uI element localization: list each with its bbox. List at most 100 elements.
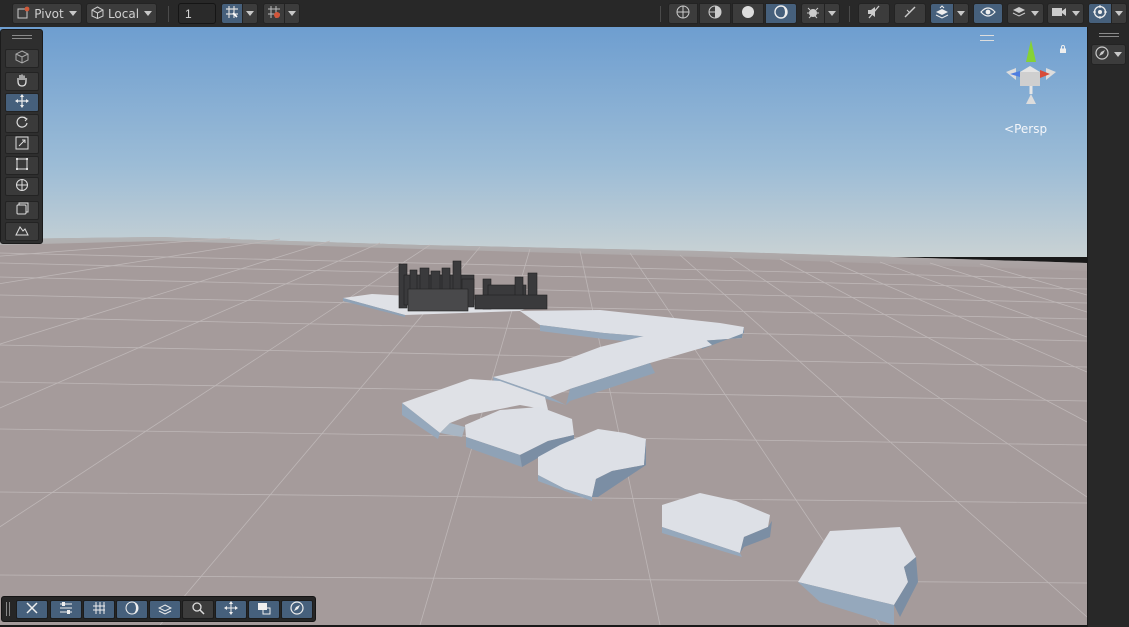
move-tool-button[interactable] — [5, 93, 39, 112]
grid-snap-dropdown[interactable] — [242, 3, 258, 24]
increment-field[interactable] — [178, 3, 216, 24]
lock-icon[interactable] — [1059, 42, 1067, 53]
overlay-grid-button[interactable] — [83, 600, 115, 619]
layers-dropdown[interactable] — [1007, 3, 1044, 24]
transform-tool-button[interactable] — [5, 177, 39, 196]
chevron-down-icon — [246, 11, 254, 16]
camera-preview-icon — [257, 601, 271, 618]
overlay-tool-settings-button[interactable] — [50, 600, 82, 619]
increment-snap-dropdown[interactable] — [284, 3, 300, 24]
move-icon — [15, 94, 29, 111]
audio-button[interactable] — [858, 3, 890, 24]
pivot-icon — [17, 6, 30, 22]
pivot-label: Pivot — [34, 6, 64, 21]
effects-button[interactable] — [801, 3, 825, 24]
layers-stack-icon — [935, 5, 949, 22]
move-icon — [224, 601, 238, 618]
overlay-orientation-button[interactable] — [281, 600, 313, 619]
grid-snap-button[interactable] — [221, 3, 243, 24]
overlay-camera-preview-button[interactable] — [248, 600, 280, 619]
scene-visibility-dropdown[interactable] — [953, 3, 969, 24]
tools-palette — [0, 29, 43, 244]
increment-snap-button[interactable] — [263, 3, 285, 24]
shaded-icon — [708, 5, 722, 22]
drag-handle[interactable] — [1099, 33, 1119, 37]
scale-tool-button[interactable] — [5, 135, 39, 154]
compass-icon — [290, 601, 304, 618]
grid-icon — [92, 601, 106, 618]
transform-icon — [15, 178, 29, 195]
compass-icon — [1095, 46, 1109, 63]
wireframe-icon — [676, 5, 690, 22]
effects-dropdown[interactable] — [824, 3, 840, 24]
camera-dropdown[interactable] — [1047, 3, 1084, 24]
overlay-visibility-button[interactable] — [149, 600, 181, 619]
tool-settings-icon — [59, 601, 73, 618]
sky — [0, 27, 1087, 257]
visibility-icon — [980, 6, 996, 21]
chevron-down-icon — [288, 11, 296, 16]
rotate-tool-button[interactable] — [5, 114, 39, 133]
search-icon — [191, 601, 205, 618]
overlay-toolbar — [1, 596, 316, 622]
hand-icon — [15, 73, 29, 90]
overlay-navigation-button[interactable] — [215, 600, 247, 619]
overlay-view-options-button[interactable] — [116, 600, 148, 619]
local-label: Local — [107, 6, 140, 21]
rect-tool-button[interactable] — [5, 156, 39, 175]
rect-transform-icon — [15, 157, 29, 174]
overlay-search-button[interactable] — [182, 600, 214, 619]
chevron-down-icon — [144, 11, 153, 16]
lit-button[interactable] — [765, 3, 797, 24]
custom-tool-icon — [15, 202, 29, 219]
drag-handle[interactable] — [11, 35, 32, 39]
chevron-down-icon — [1031, 11, 1039, 16]
chevron-down-icon — [957, 11, 965, 16]
cube-icon — [91, 5, 104, 22]
gizmos-button[interactable] — [1088, 3, 1112, 24]
scene-viewport[interactable] — [0, 27, 1087, 625]
right-panel-strip — [1087, 27, 1129, 627]
chevron-down-icon — [1115, 11, 1123, 16]
chevron-down-icon — [68, 11, 77, 16]
terrain-tool-button[interactable] — [5, 222, 39, 241]
shaded-button[interactable] — [732, 3, 764, 24]
audio-mute-icon — [866, 5, 882, 22]
rotate-icon — [15, 115, 29, 132]
increment-snap-icon — [267, 5, 281, 22]
scale-icon — [15, 136, 29, 153]
camera-mode-text: Persp — [1014, 122, 1048, 136]
scene-menu-icon[interactable] — [980, 35, 994, 41]
cube-icon — [15, 50, 29, 67]
local-dropdown[interactable]: Local — [86, 3, 157, 24]
lit-icon — [774, 5, 788, 22]
gizmos-dropdown[interactable] — [1111, 3, 1127, 24]
layers-icon — [1012, 5, 1026, 22]
scene-visibility-button[interactable] — [930, 3, 954, 24]
chevron-down-icon — [828, 11, 836, 16]
orientation-overlay-dropdown[interactable] — [1091, 44, 1126, 65]
hidden-objects-toggle[interactable] — [973, 3, 1003, 24]
chevron-down-icon — [1114, 52, 1122, 57]
solid-sphere-icon — [741, 5, 755, 22]
hand-tool-button[interactable] — [5, 72, 39, 91]
custom-tool-button[interactable] — [5, 201, 39, 220]
drag-handle[interactable] — [6, 602, 10, 616]
shaded-wireframe-button[interactable] — [699, 3, 731, 24]
lit-icon — [125, 601, 139, 618]
terrain-icon — [15, 223, 29, 240]
fx-button[interactable] — [894, 3, 926, 24]
fx-icon — [903, 5, 917, 22]
wireframe-button[interactable] — [668, 3, 698, 24]
pivot-dropdown[interactable]: Pivot — [12, 3, 82, 24]
orientation-gizmo[interactable] — [996, 34, 1066, 114]
camera-mode-label[interactable]: <Persp — [1004, 122, 1047, 136]
camera-icon — [1051, 6, 1067, 21]
gizmos-icon — [1093, 5, 1107, 22]
scene-toolbar: Pivot Local — [0, 0, 1129, 28]
chevron-left-icon: < — [1004, 122, 1015, 136]
overlay-tools-button[interactable] — [16, 600, 48, 619]
tools-icon — [25, 601, 39, 618]
chevron-down-icon — [1072, 11, 1080, 16]
view-cube-button[interactable] — [5, 49, 39, 68]
